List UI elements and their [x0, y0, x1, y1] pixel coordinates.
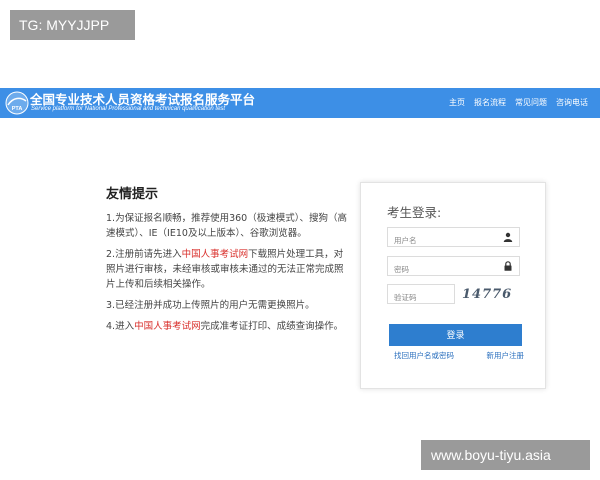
login-title: 考生登录:	[387, 205, 442, 220]
nav-registration-process[interactable]: 报名流程	[474, 97, 506, 108]
tips-heading: 友情提示	[106, 187, 159, 202]
lock-icon	[504, 261, 512, 271]
nav-faq[interactable]: 常见问题	[515, 97, 547, 108]
password-field	[387, 256, 520, 279]
register-link[interactable]: 新用户注册	[487, 350, 525, 361]
cpta-link-1[interactable]: 中国人事考试网	[182, 249, 249, 260]
login-links: 找回用户名或密码 新用户注册	[394, 350, 524, 361]
tips-section: 友情提示 1.为保证报名顺畅，推荐使用360（极速模式）、搜狗（高速模式）、IE…	[106, 183, 351, 340]
cpta-link-2[interactable]: 中国人事考试网	[134, 321, 201, 332]
tip-admission-post: 完成准考证打印、成绩查询操作。	[200, 321, 344, 332]
site-title-english: Service platform for National Profession…	[31, 106, 226, 112]
user-icon	[503, 232, 513, 242]
captcha-field	[387, 284, 455, 307]
tip-photo-tool-pre: 2.注册前请先进入	[106, 249, 182, 260]
tip-browser: 1.为保证报名顺畅，推荐使用360（极速模式）、搜狗（高速模式）、IE（IE10…	[106, 213, 347, 239]
tip-photo-no-change: 3.已经注册并成功上传照片的用户无需更换照片。	[106, 300, 315, 311]
logo-text: PTA	[12, 106, 23, 112]
username-input[interactable]	[388, 231, 488, 250]
captcha-input[interactable]	[388, 288, 448, 307]
site-logo-icon: PTA	[5, 91, 29, 115]
forgot-credentials-link[interactable]: 找回用户名或密码	[394, 350, 454, 361]
watermark-bottom-badge: www.boyu-tiyu.asia	[421, 440, 590, 470]
captcha-image[interactable]: 14776	[462, 285, 516, 305]
username-field	[387, 227, 520, 250]
password-input[interactable]	[388, 260, 488, 279]
watermark-top-badge: TG: MYYJJPP	[10, 10, 135, 40]
tip-admission-pre: 4.进入	[106, 321, 135, 332]
nav-home[interactable]: 主页	[449, 97, 465, 108]
login-panel: 考生登录: 14776 登录 找回用户名或密码 新用户注册	[360, 182, 546, 389]
site-header: PTA 全国专业技术人员资格考试报名服务平台 Service platform …	[0, 88, 600, 118]
top-nav: 主页 报名流程 常见问题 咨询电话	[449, 97, 588, 108]
tip-admission-ticket: 4.进入中国人事考试网完成准考证打印、成绩查询操作。	[106, 319, 351, 334]
tip-photo-tool: 2.注册前请先进入中国人事考试网下载照片处理工具，对照片进行审核，未经审核或审核…	[106, 247, 351, 292]
nav-contact-phone[interactable]: 咨询电话	[556, 97, 588, 108]
login-button[interactable]: 登录	[389, 324, 522, 346]
